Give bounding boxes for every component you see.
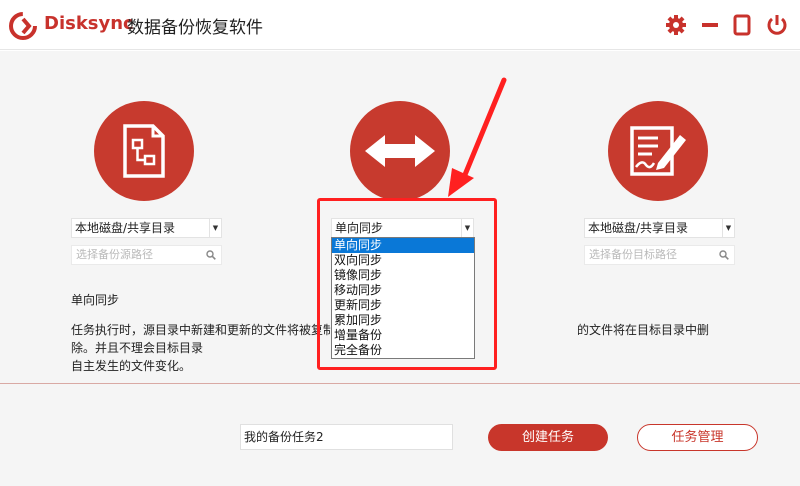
task-manage-button[interactable]: 任务管理 [637, 424, 758, 451]
create-task-button[interactable]: 创建任务 [488, 424, 608, 451]
task-name-input[interactable]: 我的备份任务2 [240, 424, 453, 450]
